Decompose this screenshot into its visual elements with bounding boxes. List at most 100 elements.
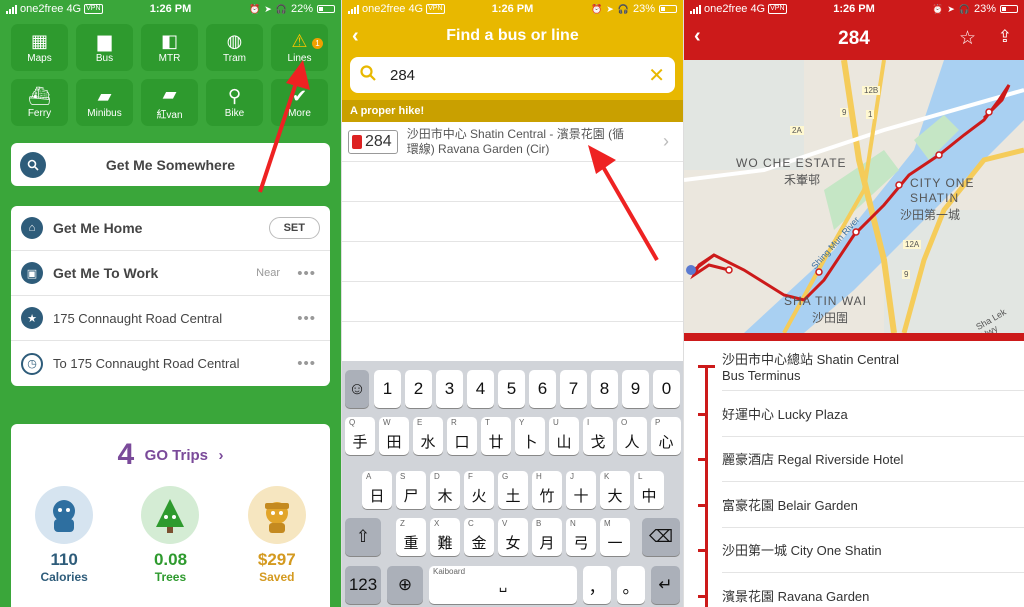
key-hint: Z	[400, 519, 405, 528]
search-input[interactable]: 284 ✕	[350, 57, 675, 93]
key-c[interactable]: C金	[464, 518, 494, 556]
map-label: 沙田第一城	[900, 208, 961, 222]
number-key-7[interactable]: 7	[560, 370, 587, 408]
home-screen: one2free 4G VPN 1:26 PM ⏰ ➤ 🎧 22% ▦ Maps ▆ Bus…	[0, 0, 341, 607]
stop-row[interactable]: 沙田第一城 City One Shatin	[722, 528, 1024, 573]
more-options-icon[interactable]: •••	[297, 310, 316, 327]
more-options-icon[interactable]: •••	[297, 265, 316, 282]
key-k[interactable]: K大	[600, 471, 630, 509]
number-key-1[interactable]: 1	[374, 370, 401, 408]
key-u[interactable]: U山	[549, 417, 579, 455]
number-key-6[interactable]: 6	[529, 370, 556, 408]
key-q[interactable]: Q手	[345, 417, 375, 455]
tile-maps[interactable]: ▦ Maps	[11, 24, 68, 71]
stop-row[interactable]: 沙田市中心總站 Shatin Central Bus Terminus	[722, 341, 1024, 391]
return-key[interactable]: ↵	[651, 566, 680, 604]
tile-lines[interactable]: ⚠ Lines 1	[271, 24, 328, 71]
stop-row[interactable]: 麗豪酒店 Regal Riverside Hotel	[722, 437, 1024, 482]
location-icon: ➤	[264, 3, 272, 14]
key-i[interactable]: I戈	[583, 417, 613, 455]
tile-bus[interactable]: ▆ Bus	[76, 24, 133, 71]
route-map[interactable]: WO CHE ESTATE 禾輋邨 CITY ONE SHATIN 沙田第一城 …	[684, 60, 1024, 333]
tile-minibus[interactable]: ▰ Minibus	[76, 79, 133, 126]
key-p[interactable]: P心	[651, 417, 681, 455]
get-me-to-work-row[interactable]: ▣ Get Me To Work Near •••	[11, 251, 330, 296]
number-key-9[interactable]: 9	[622, 370, 649, 408]
shift-key[interactable]: ⇧	[345, 518, 381, 556]
recent-place-row[interactable]: ◷ To 175 Connaught Road Central •••	[11, 341, 330, 386]
key-z[interactable]: Z重	[396, 518, 426, 556]
map-label: 禾輋邨	[784, 173, 821, 187]
favorite-place-row[interactable]: ★ 175 Connaught Road Central •••	[11, 296, 330, 341]
key-label: 女	[505, 534, 521, 552]
map-label: 沙田圍	[812, 311, 849, 325]
battery-icon	[1000, 5, 1018, 13]
get-me-home-row[interactable]: ⌂ Get Me Home SET	[11, 206, 330, 251]
numbers-key[interactable]: 123	[345, 566, 381, 604]
emoji-key[interactable]: ☺	[345, 370, 369, 408]
key-label: 木	[437, 487, 453, 505]
key-label: 2	[413, 379, 424, 398]
key-f[interactable]: F火	[464, 471, 494, 509]
space-key[interactable]: Kaiboard ␣	[429, 566, 577, 604]
stop-name: 濱景花園 Ravana Garden	[722, 588, 870, 604]
key-s[interactable]: S尸	[396, 471, 426, 509]
key-w[interactable]: W田	[379, 417, 409, 455]
key-b[interactable]: B月	[532, 518, 562, 556]
stop-row[interactable]: 濱景花園 Ravana Garden	[722, 573, 1024, 607]
globe-key[interactable]: ⊕	[387, 566, 423, 604]
key-label: 尸	[403, 487, 419, 505]
favorite-star-icon[interactable]: ☆	[959, 27, 976, 50]
ferry-icon: ⛴	[28, 86, 51, 106]
number-key-8[interactable]: 8	[591, 370, 618, 408]
number-key-4[interactable]: 4	[467, 370, 494, 408]
key-j[interactable]: J十	[566, 471, 596, 509]
go-trips-header[interactable]: 4 GO Trips ›	[11, 438, 330, 472]
key-label: 金	[471, 534, 487, 552]
tile-tram[interactable]: ◍ Tram	[206, 24, 263, 71]
get-me-to-work-label: Get Me To Work	[53, 265, 159, 281]
key-l[interactable]: L中	[634, 471, 664, 509]
get-me-somewhere-button[interactable]: Get Me Somewhere	[11, 143, 330, 186]
key-a[interactable]: A日	[362, 471, 392, 509]
key-hint: Y	[519, 418, 525, 427]
delete-key[interactable]: ⌫	[642, 518, 680, 556]
set-home-button[interactable]: SET	[268, 217, 320, 239]
tile-mtr[interactable]: ◧ MTR	[141, 24, 198, 71]
period-key[interactable]: 。	[617, 566, 645, 604]
more-options-icon[interactable]: •••	[297, 355, 316, 372]
key-label: 竹	[539, 487, 555, 505]
tile-more[interactable]: ✔ More	[271, 79, 328, 126]
route-result-row[interactable]: 284 沙田市中心 Shatin Central - 濱景花園 (循 環線) R…	[342, 122, 683, 162]
tile-ferry[interactable]: ⛴ Ferry	[11, 79, 68, 126]
key-r[interactable]: R口	[447, 417, 477, 455]
key-n[interactable]: N弓	[566, 518, 596, 556]
stop-row[interactable]: 好運中心 Lucky Plaza	[722, 391, 1024, 437]
key-t[interactable]: T廿	[481, 417, 511, 455]
key-v[interactable]: V女	[498, 518, 528, 556]
key-x[interactable]: X難	[430, 518, 460, 556]
key-g[interactable]: G土	[498, 471, 528, 509]
key-h[interactable]: H竹	[532, 471, 562, 509]
empty-row	[342, 322, 683, 362]
number-key-0[interactable]: 0	[653, 370, 680, 408]
key-d[interactable]: D木	[430, 471, 460, 509]
comma-key[interactable]: ，	[583, 566, 611, 604]
tile-bike[interactable]: ⚲ Bike	[206, 79, 263, 126]
key-label: 人	[624, 433, 640, 451]
number-key-3[interactable]: 3	[436, 370, 463, 408]
clear-icon[interactable]: ✕	[648, 63, 665, 88]
go-trips-card[interactable]: 4 GO Trips › 110 Calories 0.08 Trees $29…	[11, 424, 330, 607]
search-query: 284	[390, 66, 416, 84]
saved-stat: $297 Saved	[237, 486, 317, 584]
key-e[interactable]: E水	[413, 417, 443, 455]
key-m[interactable]: M一	[600, 518, 630, 556]
key-y[interactable]: Y卜	[515, 417, 545, 455]
stop-row[interactable]: 富豪花園 Belair Garden	[722, 482, 1024, 528]
number-key-2[interactable]: 2	[405, 370, 432, 408]
battery-percent: 23%	[973, 3, 996, 15]
key-o[interactable]: O人	[617, 417, 647, 455]
tile-van[interactable]: ▰ 紅van	[141, 79, 198, 126]
share-icon[interactable]: ⇪	[998, 27, 1012, 47]
number-key-5[interactable]: 5	[498, 370, 525, 408]
